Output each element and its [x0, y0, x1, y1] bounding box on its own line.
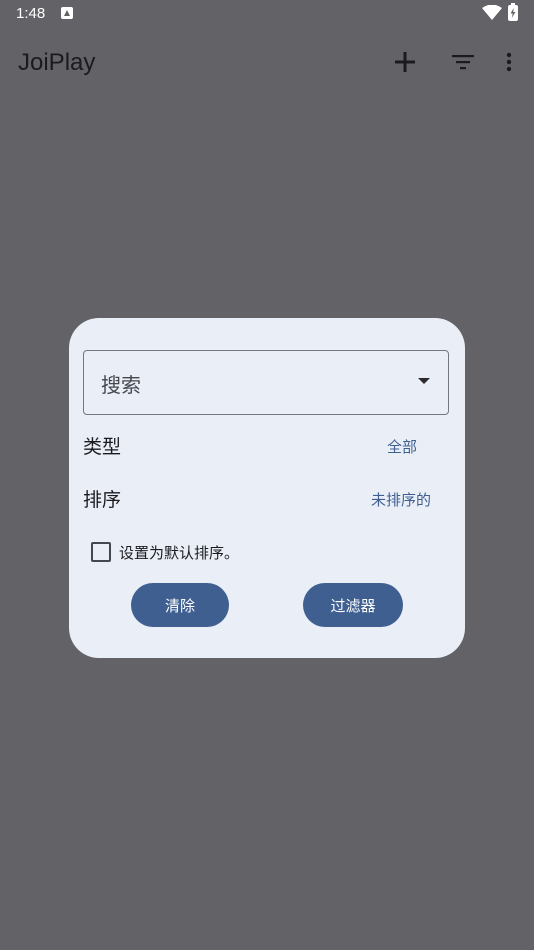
type-selector[interactable]: 全部	[387, 436, 417, 457]
search-dropdown[interactable]: 搜索	[83, 350, 449, 415]
wifi-icon	[482, 5, 502, 20]
filter-icon	[452, 55, 474, 70]
default-sort-label: 设置为默认排序。	[119, 544, 240, 562]
sort-label: 排序	[83, 489, 122, 511]
app-title: JoiPlay	[18, 49, 96, 76]
more-options-button[interactable]	[489, 42, 529, 82]
sort-selector[interactable]: 未排序的	[371, 489, 431, 510]
status-bar: 1:48	[0, 0, 534, 28]
more-vert-icon	[506, 52, 512, 72]
filter-dialog: 搜索 类型 全部 排序 未排序的 设置为默认排序。 清除 过滤器	[69, 318, 465, 658]
default-sort-checkbox[interactable]	[91, 542, 111, 562]
add-button[interactable]	[385, 42, 425, 82]
app-bar: JoiPlay	[0, 28, 534, 100]
status-time: 1:48	[16, 5, 46, 22]
apply-filter-button[interactable]: 过滤器	[303, 583, 403, 627]
search-placeholder: 搜索	[101, 373, 141, 397]
add-icon	[395, 52, 415, 72]
app-notification-icon	[61, 7, 73, 19]
clear-button[interactable]: 清除	[131, 583, 229, 627]
battery-charging-icon	[508, 3, 518, 21]
filter-button[interactable]	[443, 42, 483, 82]
dropdown-arrow-icon	[418, 378, 430, 384]
type-label: 类型	[83, 436, 122, 458]
